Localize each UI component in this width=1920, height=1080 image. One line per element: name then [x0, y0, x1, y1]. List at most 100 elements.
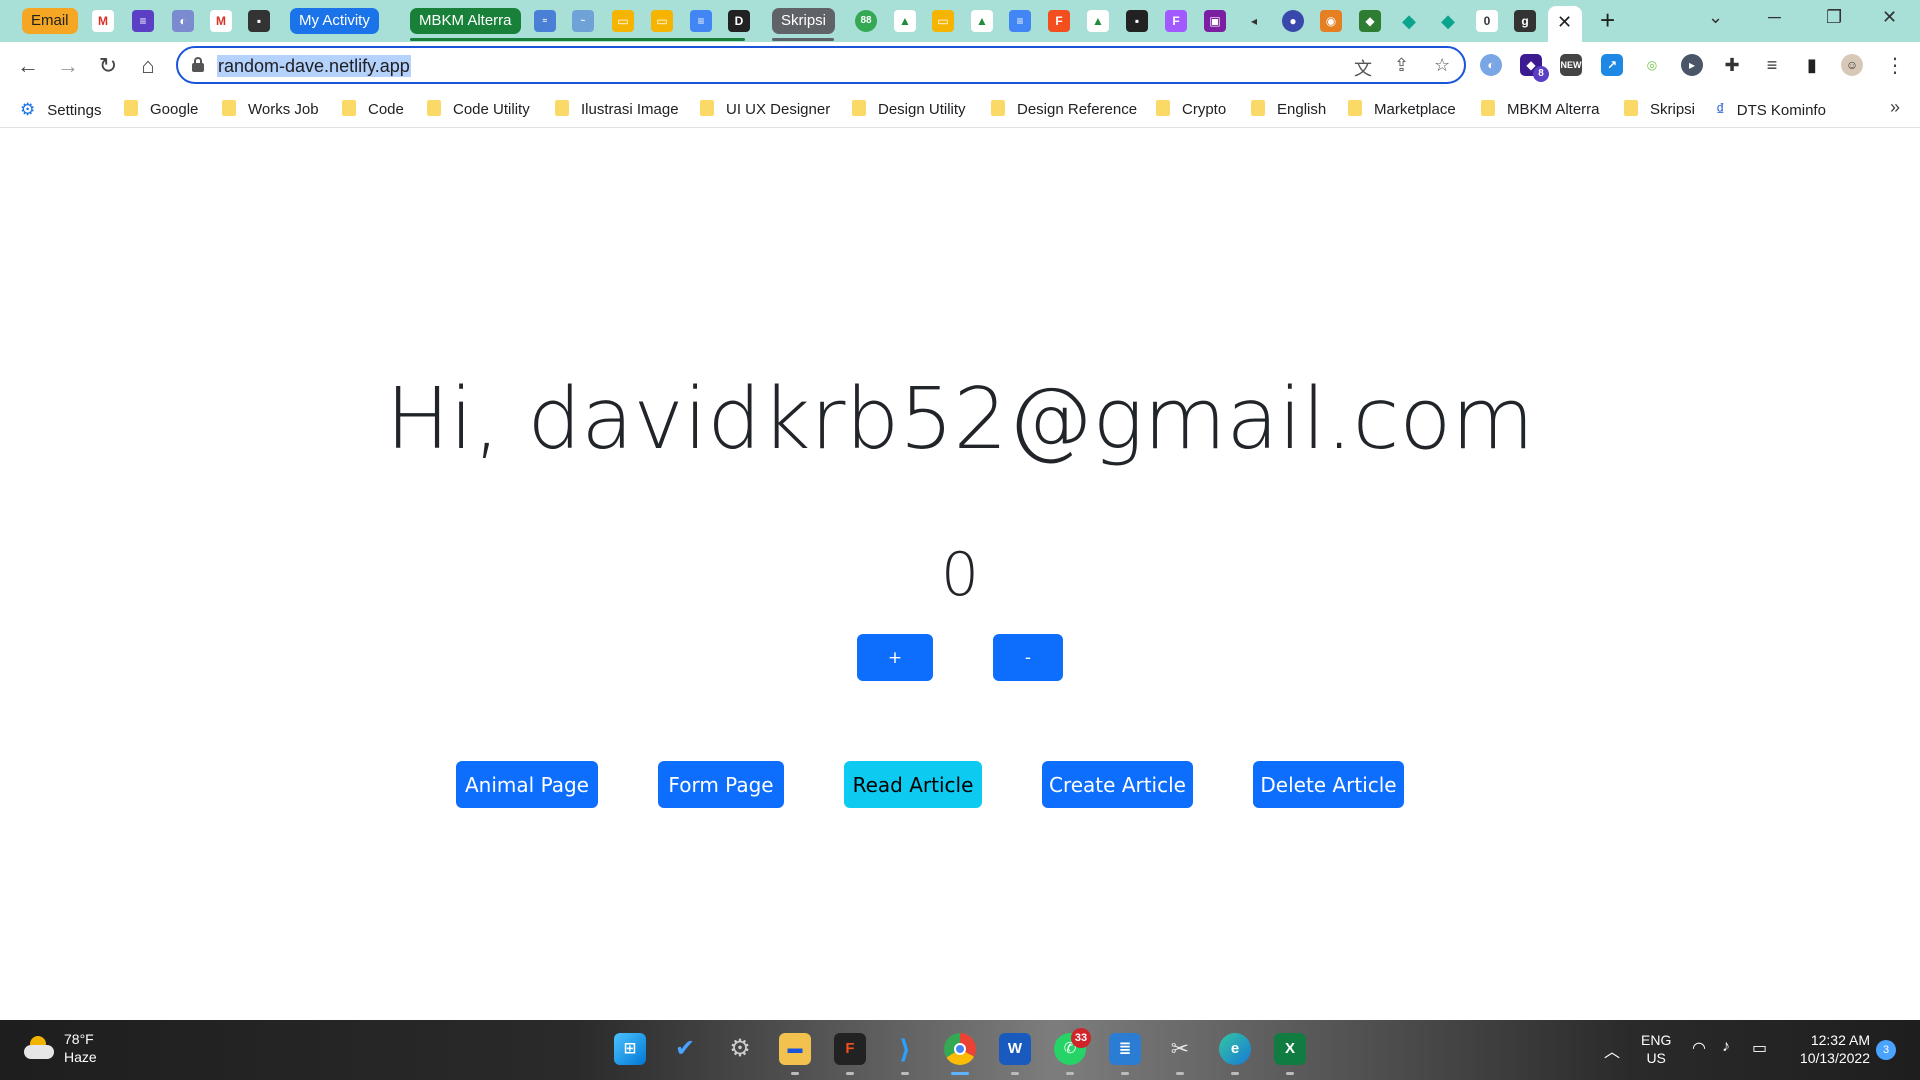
bookmark-google[interactable]: Google — [124, 99, 198, 121]
tab-favicon-icon[interactable]: ▪ — [1126, 10, 1148, 32]
home-icon[interactable]: ⌂ — [134, 52, 162, 80]
tab-favicon-icon[interactable]: ~ — [572, 10, 594, 32]
extension-icon[interactable]: ◎ — [1641, 54, 1663, 76]
bookmark-settings[interactable]: ⚙ Settings — [20, 99, 101, 121]
tab-group-my-activity[interactable]: My Activity — [290, 8, 379, 34]
tab-favicon-icon[interactable]: 0 — [1476, 10, 1498, 32]
translate-icon[interactable]: 文 — [1354, 55, 1372, 81]
bookmark-skripsi[interactable]: Skripsi — [1624, 99, 1695, 121]
chrome-icon[interactable] — [944, 1033, 976, 1065]
bookmark-dts-kominfo[interactable]: ₫ DTS Kominfo — [1716, 99, 1826, 121]
battery-icon[interactable]: ▭ — [1752, 1038, 1767, 1058]
bookmark-star-icon[interactable]: ☆ — [1434, 55, 1450, 76]
url-text[interactable]: random-dave.netlify.app — [217, 55, 411, 77]
reload-icon[interactable]: ↻ — [94, 52, 122, 80]
docs-icon[interactable]: ≡ — [690, 10, 712, 32]
side-panel-icon[interactable]: ▮ — [1801, 54, 1823, 76]
reading-list-icon[interactable]: ≡ — [1761, 54, 1783, 76]
bookmark-marketplace[interactable]: Marketplace — [1348, 99, 1456, 121]
tab-favicon-icon[interactable]: ◐ — [172, 10, 194, 32]
extension-icon[interactable]: ◐ — [1480, 54, 1502, 76]
form-page-button[interactable]: Form Page — [658, 761, 784, 808]
close-tab-icon[interactable]: ✕ — [1557, 12, 1572, 33]
drive-icon[interactable]: ▲ — [971, 10, 993, 32]
figma-icon[interactable]: F — [1165, 10, 1187, 32]
bookmark-design-utility[interactable]: Design Utility — [852, 99, 966, 121]
clock[interactable]: 12:32 AM 10/13/2022 — [1780, 1031, 1870, 1067]
snipping-tool-icon[interactable]: ✂ — [1164, 1033, 1196, 1065]
more-bookmarks-icon[interactable]: » — [1890, 97, 1900, 118]
back-icon[interactable]: ← — [14, 52, 42, 80]
gmail-icon[interactable]: M — [92, 10, 114, 32]
notification-badge[interactable]: 3 — [1876, 1040, 1896, 1060]
news-extension-icon[interactable]: NEW — [1560, 54, 1582, 76]
profile-avatar[interactable]: ☺ — [1841, 54, 1863, 76]
presentation-icon[interactable]: ▣ — [1204, 10, 1226, 32]
new-tab-button[interactable]: + — [1600, 7, 1615, 33]
bookmark-mbkm-alterra[interactable]: MBKM Alterra — [1481, 99, 1600, 121]
notepad-icon[interactable]: ≣ — [1109, 1033, 1141, 1065]
bookmark-ui-ux-designer[interactable]: UI UX Designer — [700, 99, 830, 121]
excel-icon[interactable]: X — [1274, 1033, 1306, 1065]
slides-icon[interactable]: ▭ — [932, 10, 954, 32]
file-explorer-icon[interactable]: ▬ — [779, 1033, 811, 1065]
drive-icon[interactable]: ▲ — [894, 10, 916, 32]
minimize-icon[interactable]: ─ — [1768, 7, 1781, 28]
create-article-button[interactable]: Create Article — [1042, 761, 1193, 808]
animal-page-button[interactable]: Animal Page — [456, 761, 598, 808]
gmail-icon[interactable]: M — [210, 10, 232, 32]
show-hidden-icons-chevron-icon[interactable]: ︿ — [1604, 1038, 1620, 1062]
forward-icon[interactable]: → — [54, 52, 82, 80]
todo-icon[interactable]: ✔ — [669, 1033, 701, 1065]
language-indicator[interactable]: ENG US — [1641, 1031, 1671, 1067]
bookmark-design-reference[interactable]: Design Reference — [991, 99, 1137, 121]
diamond-icon[interactable]: ◆ — [1398, 10, 1420, 32]
tab-search-icon[interactable]: ⌄ — [1708, 7, 1723, 28]
drive-icon[interactable]: ▲ — [1087, 10, 1109, 32]
extension-icon[interactable]: ↗ — [1601, 54, 1623, 76]
bookmark-code-utility[interactable]: Code Utility — [427, 99, 530, 121]
tab-group-email[interactable]: Email — [22, 8, 78, 34]
address-bar[interactable]: random-dave.netlify.app 文 ⇪ ☆ — [176, 46, 1466, 84]
tab-active[interactable]: ✕ — [1548, 6, 1582, 42]
share-icon[interactable]: ⇪ — [1394, 55, 1409, 76]
figma-icon[interactable]: F — [1048, 10, 1070, 32]
list-icon[interactable]: ≡ — [132, 10, 154, 32]
decrement-button[interactable]: - — [993, 634, 1063, 681]
bookmark-works-job[interactable]: Works Job — [222, 99, 319, 121]
tab-favicon-icon[interactable]: ● — [1282, 10, 1304, 32]
tab-group-skripsi[interactable]: Skripsi — [772, 8, 836, 34]
extension-icon[interactable]: ▸ — [1681, 54, 1703, 76]
windows-start-icon[interactable]: ⊞ — [614, 1033, 646, 1065]
tab-group-mbkm[interactable]: MBKM Alterra — [410, 8, 521, 34]
word-icon[interactable]: W — [999, 1033, 1031, 1065]
wifi-icon[interactable]: ◠ — [1692, 1038, 1706, 1058]
docs-icon[interactable]: ≡ — [1009, 10, 1031, 32]
volume-icon[interactable]: ♪ — [1722, 1038, 1730, 1056]
badge-88-icon[interactable]: 88 — [855, 10, 877, 32]
diamond-icon[interactable]: ◆ — [1437, 10, 1459, 32]
close-window-icon[interactable]: ✕ — [1882, 7, 1897, 28]
bookmark-ilustrasi-image[interactable]: Ilustrasi Image — [555, 99, 679, 121]
restore-icon[interactable]: ❐ — [1826, 7, 1842, 28]
increment-button[interactable]: + — [857, 634, 933, 681]
shield-icon[interactable]: ◆ — [1359, 10, 1381, 32]
delete-article-button[interactable]: Delete Article — [1253, 761, 1404, 808]
weather-haze-icon[interactable] — [24, 1036, 54, 1060]
bookmark-code[interactable]: Code — [342, 99, 404, 121]
slides-icon[interactable]: ▭ — [612, 10, 634, 32]
bookmark-crypto[interactable]: Crypto — [1156, 99, 1226, 121]
slides-icon[interactable]: ▭ — [651, 10, 673, 32]
extensions-puzzle-icon[interactable]: ✚ — [1721, 54, 1743, 76]
g-icon[interactable]: g — [1514, 10, 1536, 32]
edge-icon[interactable]: e — [1219, 1033, 1251, 1065]
tab-favicon-icon[interactable]: ≈ — [534, 10, 556, 32]
vscode-icon[interactable]: ⟩ — [889, 1033, 921, 1065]
settings-gear-icon[interactable]: ⚙ — [724, 1033, 756, 1065]
bookmark-english[interactable]: English — [1251, 99, 1326, 121]
tiger-icon[interactable]: ◉ — [1320, 10, 1342, 32]
weather-widget[interactable]: 78°F Haze — [64, 1030, 97, 1066]
d-icon[interactable]: D — [728, 10, 750, 32]
contact-icon[interactable]: ▪ — [248, 10, 270, 32]
lock-icon[interactable] — [192, 57, 204, 72]
